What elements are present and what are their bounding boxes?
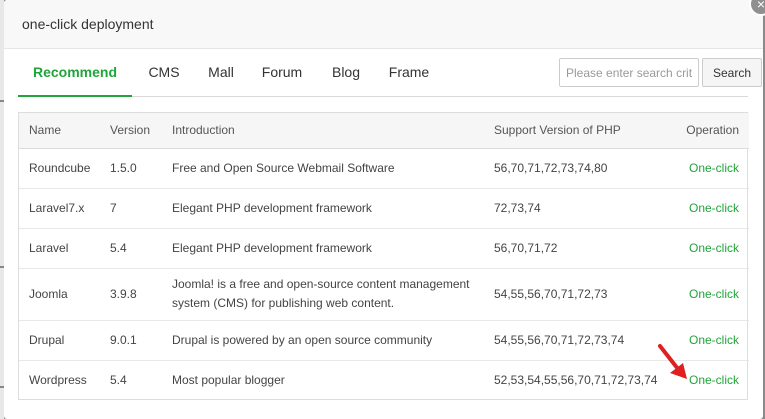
cell-name: Laravel7.x: [19, 188, 100, 229]
dialog-header: one-click deployment: [4, 0, 763, 49]
cell-php-versions: 52,53,54,55,56,70,71,72,73,74: [494, 372, 658, 387]
cell-introduction: Drupal is powered by an open source comm…: [162, 320, 484, 361]
cell-introduction: Most popular blogger: [172, 372, 285, 387]
one-click-button[interactable]: One-click: [689, 201, 739, 215]
cell-name: Wordpress: [29, 372, 87, 387]
table-row: Roundcube 1.5.0 Free and Open Source Web…: [19, 148, 749, 189]
table-row: Joomla 3.9.8 Joomla! is a free and open-…: [19, 268, 749, 321]
tab-cms[interactable]: CMS: [140, 49, 188, 97]
cell-php-versions: 56,70,71,72: [484, 228, 647, 269]
cell-introduction: Free and Open Source Webmail Software: [162, 148, 484, 189]
one-click-button[interactable]: One-click: [689, 161, 739, 175]
table-row: Drupal 9.0.1 Drupal is powered by an ope…: [19, 320, 749, 361]
tab-mall[interactable]: Mall: [202, 49, 240, 97]
cell-version: 5.4: [100, 228, 162, 269]
cell-php-versions: 56,70,71,72,73,74,80: [484, 148, 647, 189]
cell-version: 3.9.8: [100, 268, 162, 321]
cell-introduction: Elegant PHP development framework: [162, 228, 484, 269]
category-tabs: Recommend CMS Mall Forum Blog Frame Sear…: [18, 49, 762, 97]
cell-version: 7: [100, 188, 162, 229]
cell-php-versions: 72,73,74: [484, 188, 647, 229]
cell-version: 1.5.0: [100, 148, 162, 189]
cell-name: Roundcube: [19, 148, 100, 189]
tab-forum[interactable]: Forum: [259, 49, 305, 97]
column-header-php-versions: Support Version of PHP: [484, 113, 647, 149]
one-click-button[interactable]: One-click: [689, 333, 739, 347]
apps-table: Name Version Introduction Support Versio…: [18, 112, 749, 400]
dialog-title: one-click deployment: [22, 16, 154, 32]
close-icon: ×: [756, 0, 765, 12]
cell-version: 5.4: [110, 372, 127, 387]
one-click-button[interactable]: One-click: [689, 287, 739, 301]
one-click-button[interactable]: One-click: [689, 373, 739, 387]
tab-blog[interactable]: Blog: [329, 49, 363, 97]
cell-name: Laravel: [19, 228, 100, 269]
search-input[interactable]: [559, 58, 699, 87]
cell-name: Drupal: [19, 320, 100, 361]
table-row: Wordpress 5.4 Most popular blogger 52,53…: [19, 360, 749, 400]
column-header-introduction: Introduction: [162, 113, 484, 149]
cell-introduction: Joomla! is a free and open-source conten…: [162, 268, 484, 321]
one-click-button[interactable]: One-click: [689, 241, 739, 255]
column-header-version: Version: [100, 113, 162, 149]
tab-recommend[interactable]: Recommend: [18, 49, 132, 97]
cell-php-versions: 54,55,56,70,71,72,73: [484, 268, 647, 321]
table-header-row: Name Version Introduction Support Versio…: [19, 113, 749, 149]
search-button[interactable]: Search: [702, 58, 762, 87]
cell-introduction: Elegant PHP development framework: [162, 188, 484, 229]
cell-name: Joomla: [19, 268, 100, 321]
tab-frame[interactable]: Frame: [386, 49, 432, 97]
cell-version: 9.0.1: [100, 320, 162, 361]
table-row: Laravel 5.4 Elegant PHP development fram…: [19, 228, 749, 269]
column-header-operation: Operation: [647, 113, 749, 149]
table-row: Laravel7.x 7 Elegant PHP development fra…: [19, 188, 749, 229]
cell-php-versions: 54,55,56,70,71,72,73,74: [484, 320, 647, 361]
column-header-name: Name: [19, 113, 100, 149]
deployment-dialog: one-click deployment × Recommend CMS Mal…: [4, 0, 765, 419]
